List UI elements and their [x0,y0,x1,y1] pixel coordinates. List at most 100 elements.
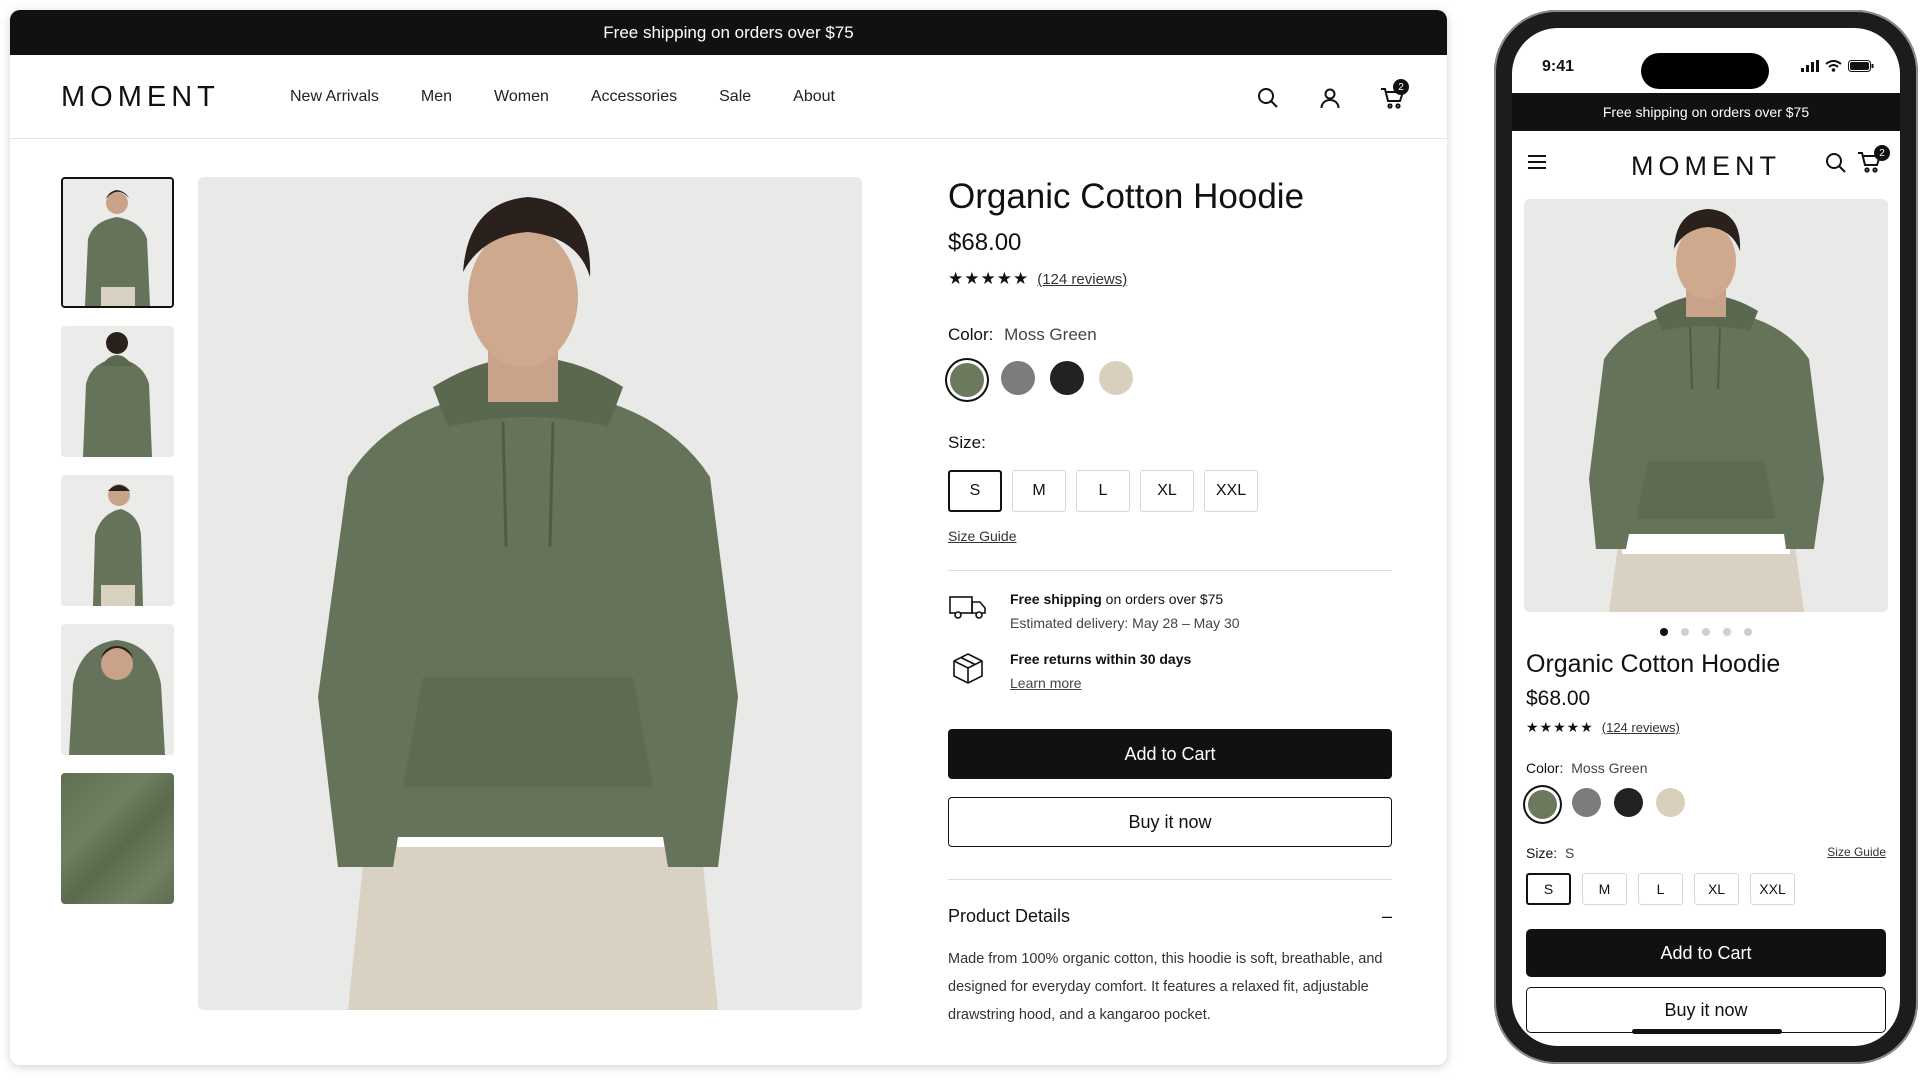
desktop-window: Free shipping on orders over $75 MOMENT … [10,10,1447,1065]
mobile-device: 9:41 Free shipping on orders over $75 MO… [1494,10,1918,1064]
truck-icon [948,591,988,625]
learn-more-link[interactable]: Learn more [1010,675,1191,691]
carousel-dot-4[interactable] [1723,628,1731,636]
main-menu: New Arrivals Men Women Accessories Sale … [290,55,877,139]
box-icon [948,651,988,685]
reviews-link[interactable]: (124 reviews) [1037,271,1127,288]
thumbnail-side[interactable] [61,475,174,606]
mobile-product-info: Organic Cotton Hoodie $68.00 ★★★★★ (124 … [1526,650,1886,1033]
carousel-dot-5[interactable] [1744,628,1752,636]
thumbnail-list [61,177,174,922]
mobile-size-value: S [1565,845,1575,861]
size-s[interactable]: S [948,470,1002,512]
color-selector-label: Color: Moss Green [948,325,1392,345]
carousel-dots [1512,628,1900,636]
product-title: Organic Cotton Hoodie [948,177,1305,216]
user-icon[interactable] [1313,81,1347,115]
product-details-title: Product Details [948,906,1071,926]
returns-info: Free returns within 30 days Learn more [948,651,1392,691]
mobile-swatch-black[interactable] [1614,788,1643,817]
carousel-dot-3[interactable] [1702,628,1710,636]
size-m[interactable]: M [1012,470,1066,512]
nav-accessories[interactable]: Accessories [591,88,677,106]
swatch-moss-green[interactable] [950,363,984,397]
mobile-reviews-link[interactable]: (124 reviews) [1602,720,1680,735]
nav-new-arrivals[interactable]: New Arrivals [290,88,379,106]
cart-icon[interactable]: 2 [1375,79,1409,115]
product-rating: ★★★★★ (124 reviews) [948,269,1392,289]
delivery-estimate: Estimated delivery: May 28 – May 30 [1010,615,1240,631]
status-time: 9:41 [1542,58,1575,75]
nav-women[interactable]: Women [494,88,549,106]
wifi-icon [1825,60,1842,72]
size-guide-link[interactable]: Size Guide [948,528,1392,544]
mobile-size-m[interactable]: M [1582,873,1627,905]
product-info-panel: Organic Cotton Hoodie $68.00 ★★★★★ (124 … [948,177,1392,1029]
color-label: Color: [948,325,994,344]
mobile-size-l[interactable]: L [1638,873,1683,905]
shipping-detail: on orders over $75 [1101,591,1224,607]
mobile-color-label: Color: [1526,760,1564,776]
mobile-cart-icon[interactable]: 2 [1856,145,1890,177]
thumbnail-front[interactable] [61,177,174,308]
nav-men[interactable]: Men [421,88,452,106]
thumbnail-fabric[interactable] [61,773,174,904]
color-swatches [948,361,1392,399]
mobile-size-options: S M L XL XXL [1526,873,1886,905]
top-navigation: MOMENT New Arrivals Men Women Accessorie… [10,55,1447,139]
product-details-header[interactable]: Product Details – [948,879,1392,927]
mobile-size-s[interactable]: S [1526,873,1571,905]
mobile-product-image[interactable] [1524,199,1888,612]
promo-banner: Free shipping on orders over $75 [10,10,1447,55]
mobile-swatch-gray[interactable] [1572,788,1601,817]
mobile-size-guide-link[interactable]: Size Guide [1827,845,1886,861]
mobile-size-xl[interactable]: XL [1694,873,1739,905]
status-icons [1801,60,1874,72]
cart-count-badge: 2 [1393,79,1409,95]
shipping-info: Free shipping on orders over $75 Estimat… [948,591,1392,631]
mobile-screen: 9:41 Free shipping on orders over $75 MO… [1512,28,1900,1046]
mobile-promo-banner: Free shipping on orders over $75 [1512,93,1900,131]
size-l[interactable]: L [1076,470,1130,512]
mobile-search-icon[interactable] [1824,151,1848,180]
size-label: Size: [948,433,986,452]
home-indicator[interactable] [1632,1029,1782,1034]
dynamic-island [1641,53,1769,89]
returns-title: Free returns within 30 days [1010,651,1192,667]
mobile-rating-stars: ★★★★★ [1526,719,1594,735]
swatch-sand[interactable] [1099,361,1133,395]
mobile-product-title: Organic Cotton Hoodie [1526,650,1781,678]
divider [948,570,1392,571]
swatch-gray[interactable] [1001,361,1035,395]
collapse-icon[interactable]: – [1382,906,1392,927]
nav-sale[interactable]: Sale [719,88,751,106]
size-xxl[interactable]: XXL [1204,470,1258,512]
mobile-product-price: $68.00 [1526,687,1591,710]
carousel-dot-2[interactable] [1681,628,1689,636]
thumbnail-hood-up[interactable] [61,624,174,755]
buy-now-button[interactable]: Buy it now [948,797,1392,847]
mobile-size-label: Size: [1526,845,1558,861]
add-to-cart-button[interactable]: Add to Cart [948,729,1392,779]
mobile-buy-now-button[interactable]: Buy it now [1526,987,1886,1033]
mobile-header: MOMENT 2 [1512,131,1900,199]
mobile-add-to-cart-button[interactable]: Add to Cart [1526,929,1886,977]
carousel-dot-1[interactable] [1660,628,1668,636]
mobile-product-rating: ★★★★★ (124 reviews) [1526,719,1886,736]
product-details-text: Made from 100% organic cotton, this hood… [948,951,1383,1023]
color-value: Moss Green [1004,325,1097,344]
product-main-image[interactable] [198,177,862,1010]
header-actions: 2 [1251,79,1409,115]
mobile-swatch-sand[interactable] [1656,788,1685,817]
swatch-black[interactable] [1050,361,1084,395]
mobile-swatch-moss-green[interactable] [1528,790,1557,819]
mobile-size-xxl[interactable]: XXL [1750,873,1795,905]
mobile-color-swatches [1526,788,1886,821]
thumbnail-back[interactable] [61,326,174,457]
mobile-cart-count-badge: 2 [1874,145,1890,161]
search-icon[interactable] [1251,81,1285,115]
size-xl[interactable]: XL [1140,470,1194,512]
battery-icon [1848,60,1874,72]
nav-about[interactable]: About [793,88,835,106]
brand-logo[interactable]: MOMENT [61,81,220,114]
